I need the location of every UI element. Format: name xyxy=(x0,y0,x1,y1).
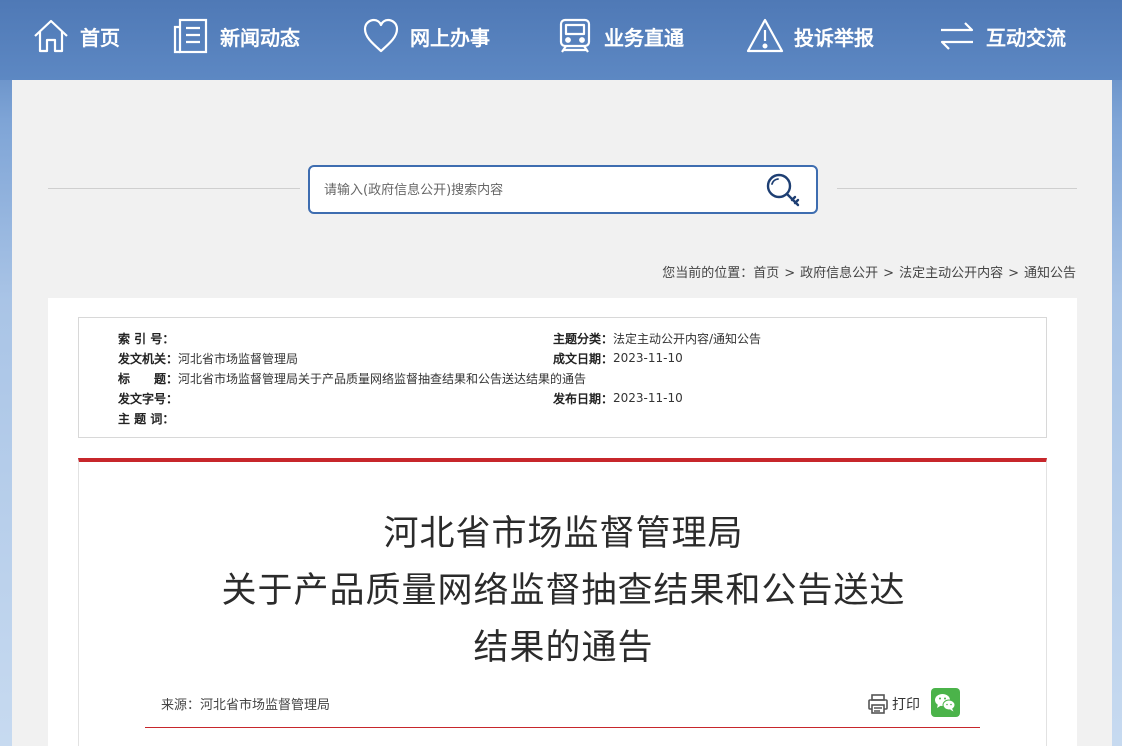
article-source: 来源：河北省市场监督管理局 xyxy=(161,698,331,713)
meta-key: 标 题： xyxy=(118,371,179,386)
nav-label-interaction: 互动交流 xyxy=(986,25,1066,50)
meta-value: 河北省市场监督管理局 xyxy=(178,351,299,366)
article-title-line: 关于产品质量网络监督抽查结果和公告送达 xyxy=(221,571,906,611)
meta-key: 主 题 词： xyxy=(118,411,175,426)
search-box xyxy=(308,165,818,214)
meta-value: 河北省市场监督管理局关于产品质量网络监督抽查结果和公告送达结果的通告 xyxy=(178,371,587,386)
source-divider xyxy=(145,727,980,728)
breadcrumb-item-home[interactable]: 首页 xyxy=(753,266,779,281)
meta-keywords: 主 题 词： xyxy=(118,408,174,428)
article-title: 河北省市场监督管理局 关于产品质量网络监督抽查结果和公告送达 结果的通告 xyxy=(79,506,1048,677)
search-key-icon xyxy=(766,173,800,207)
article-title-line: 河北省市场监督管理局 xyxy=(383,514,744,554)
printer-icon xyxy=(868,694,888,714)
wechat-share-button[interactable] xyxy=(931,688,960,717)
main-panel: 您当前的位置：首页 > 政府信息公开 > 法定主动公开内容 > 通知公告 索 引 号： 主题… xyxy=(12,80,1112,746)
exchange-icon xyxy=(940,22,974,50)
divider-right xyxy=(837,188,1077,189)
breadcrumb-item-gov-info[interactable]: 政府信息公开 xyxy=(800,266,878,281)
meta-doc-no: 发文字号： xyxy=(118,388,178,408)
nav-label-home: 首页 xyxy=(80,25,120,50)
breadcrumb: 您当前的位置：首页 > 政府信息公开 > 法定主动公开内容 > 通知公告 xyxy=(662,262,1076,281)
warning-icon xyxy=(746,18,784,53)
nav-item-complaint[interactable]: 投诉举报 xyxy=(746,14,874,58)
home-icon xyxy=(34,19,68,53)
meta-index-no: 索 引 号： xyxy=(118,328,174,348)
breadcrumb-item-notices[interactable]: 通知公告 xyxy=(1024,266,1076,281)
meta-key: 索 引 号： xyxy=(118,331,175,346)
meta-issuer: 发文机关： 河北省市场监督管理局 xyxy=(118,348,298,368)
train-icon xyxy=(559,18,591,53)
nav-item-business[interactable]: 业务直通 xyxy=(556,14,684,58)
nav-label-complaint: 投诉举报 xyxy=(794,25,874,50)
breadcrumb-separator: > xyxy=(1008,266,1019,281)
article: 河北省市场监督管理局 关于产品质量网络监督抽查结果和公告送达 结果的通告 来源：… xyxy=(78,458,1047,746)
meta-key: 发文字号： xyxy=(118,391,179,406)
meta-published-date: 发布日期： 2023-11-10 xyxy=(553,388,683,408)
document-metadata: 索 引 号： 主题分类： 法定主动公开内容/通知公告 发文机关： 河北省市场监督管理… xyxy=(78,317,1047,438)
meta-key: 成文日期： xyxy=(553,351,614,366)
nav-label-business: 业务直通 xyxy=(604,25,684,50)
meta-value: 法定主动公开内容/通知公告 xyxy=(613,331,762,346)
search-button[interactable] xyxy=(764,171,804,209)
meta-subject: 标 题： 河北省市场监督管理局关于产品质量网络监督抽查结果和公告送达结果的通告 xyxy=(118,368,586,388)
meta-category: 主题分类： 法定主动公开内容/通知公告 xyxy=(553,328,761,348)
nav-item-online-service[interactable]: 网上办事 xyxy=(362,14,490,58)
meta-key: 发布日期： xyxy=(553,391,614,406)
breadcrumb-item-public-content[interactable]: 法定主动公开内容 xyxy=(899,266,1003,281)
meta-value: 2023-11-10 xyxy=(613,351,683,365)
nav-item-interaction[interactable]: 互动交流 xyxy=(938,14,1066,58)
nav-label-online-service: 网上办事 xyxy=(410,25,490,50)
breadcrumb-prefix: 您当前的位置： xyxy=(662,266,754,281)
search-input[interactable] xyxy=(324,179,744,201)
nav-item-home[interactable]: 首页 xyxy=(32,14,120,58)
print-label: 打印 xyxy=(892,697,920,713)
top-navigation: 首页 新闻动态 网上办事 业务直通 投诉举报 互动交流 xyxy=(0,0,1122,80)
meta-key: 主题分类： xyxy=(553,331,614,346)
meta-key: 发文机关： xyxy=(118,351,179,366)
print-button[interactable]: 打印 xyxy=(867,693,920,715)
news-icon xyxy=(173,18,208,54)
wechat-icon xyxy=(935,694,956,712)
meta-value: 2023-11-10 xyxy=(613,391,683,405)
article-title-line: 结果的通告 xyxy=(473,628,654,668)
breadcrumb-separator: > xyxy=(784,266,796,281)
nav-item-news[interactable]: 新闻动态 xyxy=(172,14,300,58)
breadcrumb-separator: > xyxy=(883,266,895,281)
heart-icon xyxy=(363,18,399,53)
nav-label-news: 新闻动态 xyxy=(220,25,300,50)
meta-created-date: 成文日期： 2023-11-10 xyxy=(553,348,683,368)
divider-left xyxy=(48,188,300,189)
content-area: 索 引 号： 主题分类： 法定主动公开内容/通知公告 发文机关： 河北省市场监督管理… xyxy=(48,298,1077,746)
